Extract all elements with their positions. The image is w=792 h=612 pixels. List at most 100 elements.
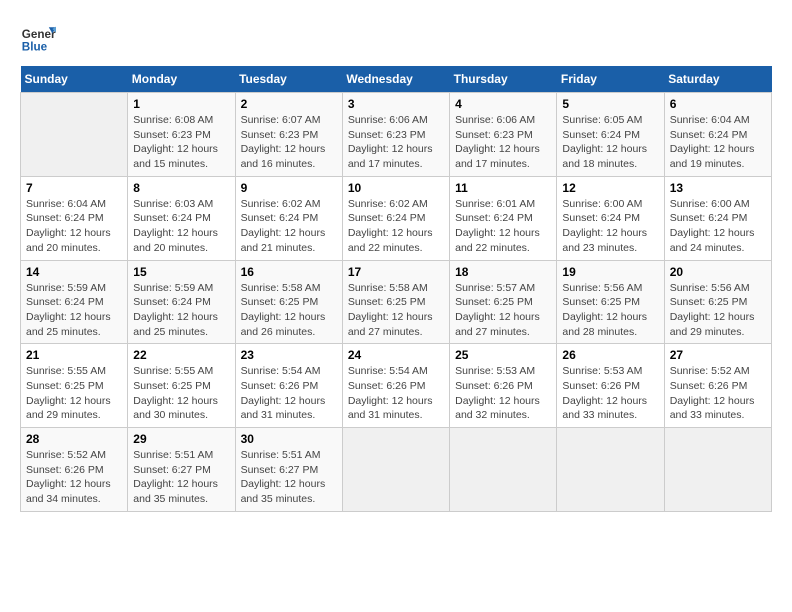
day-number: 8 bbox=[133, 181, 229, 195]
calendar-cell: 11Sunrise: 6:01 AM Sunset: 6:24 PM Dayli… bbox=[450, 176, 557, 260]
calendar-cell: 4Sunrise: 6:06 AM Sunset: 6:23 PM Daylig… bbox=[450, 93, 557, 177]
day-number: 11 bbox=[455, 181, 551, 195]
day-number: 19 bbox=[562, 265, 658, 279]
calendar-body: 1 Sunrise: 6:08 AM Sunset: 6:23 PM Daylig… bbox=[21, 93, 772, 512]
calendar-cell: 10 Sunrise: 6:02 AM Sunset: 6:24 PM Dayli… bbox=[342, 176, 449, 260]
day-number: 5 bbox=[562, 97, 658, 111]
calendar-cell: 5 Sunrise: 6:05 AM Sunset: 6:24 PM Daylig… bbox=[557, 93, 664, 177]
day-number: 10 bbox=[348, 181, 444, 195]
calendar-cell: 6 Sunrise: 6:04 AM Sunset: 6:24 PM Daylig… bbox=[664, 93, 771, 177]
day-number: 26 bbox=[562, 348, 658, 362]
day-info: Sunrise: 6:04 AM Sunset: 6:24 PM Dayligh… bbox=[26, 197, 122, 256]
calendar-header: SundayMondayTuesdayWednesdayThursdayFrid… bbox=[21, 66, 772, 93]
svg-text:Blue: Blue bbox=[22, 41, 48, 54]
day-info: Sunrise: 6:06 AM Sunset: 6:23 PM Dayligh… bbox=[348, 113, 444, 172]
calendar-cell: 8 Sunrise: 6:03 AM Sunset: 6:24 PM Daylig… bbox=[128, 176, 235, 260]
calendar-cell bbox=[557, 428, 664, 512]
day-info: Sunrise: 5:53 AM Sunset: 6:26 PM Dayligh… bbox=[562, 364, 658, 423]
day-number: 12 bbox=[562, 181, 658, 195]
calendar-cell: 14Sunrise: 5:59 AM Sunset: 6:24 PM Dayli… bbox=[21, 260, 128, 344]
calendar-week-3: 14Sunrise: 5:59 AM Sunset: 6:24 PM Dayli… bbox=[21, 260, 772, 344]
day-info: Sunrise: 5:59 AM Sunset: 6:24 PM Dayligh… bbox=[133, 281, 229, 340]
day-info: Sunrise: 5:52 AM Sunset: 6:26 PM Dayligh… bbox=[26, 448, 122, 507]
calendar-cell bbox=[342, 428, 449, 512]
day-info: Sunrise: 5:54 AM Sunset: 6:26 PM Dayligh… bbox=[241, 364, 337, 423]
day-info: Sunrise: 5:52 AM Sunset: 6:26 PM Dayligh… bbox=[670, 364, 766, 423]
calendar-cell: 1 Sunrise: 6:08 AM Sunset: 6:23 PM Daylig… bbox=[128, 93, 235, 177]
day-info: Sunrise: 5:58 AM Sunset: 6:25 PM Dayligh… bbox=[241, 281, 337, 340]
day-number: 27 bbox=[670, 348, 766, 362]
day-info: Sunrise: 6:03 AM Sunset: 6:24 PM Dayligh… bbox=[133, 197, 229, 256]
day-number: 6 bbox=[670, 97, 766, 111]
day-number: 3 bbox=[348, 97, 444, 111]
calendar-cell: 19 Sunrise: 5:56 AM Sunset: 6:25 PM Dayli… bbox=[557, 260, 664, 344]
header-cell-friday: Friday bbox=[557, 66, 664, 93]
day-info: Sunrise: 5:55 AM Sunset: 6:25 PM Dayligh… bbox=[133, 364, 229, 423]
calendar-week-4: 21 Sunrise: 5:55 AM Sunset: 6:25 PM Dayli… bbox=[21, 344, 772, 428]
header-cell-saturday: Saturday bbox=[664, 66, 771, 93]
day-number: 7 bbox=[26, 181, 122, 195]
day-number: 4 bbox=[455, 97, 551, 111]
logo: General Blue bbox=[20, 20, 60, 56]
day-number: 16 bbox=[241, 265, 337, 279]
calendar-cell: 3 Sunrise: 6:06 AM Sunset: 6:23 PM Daylig… bbox=[342, 93, 449, 177]
day-info: Sunrise: 6:02 AM Sunset: 6:24 PM Dayligh… bbox=[241, 197, 337, 256]
calendar-table: SundayMondayTuesdayWednesdayThursdayFrid… bbox=[20, 66, 772, 512]
day-info: Sunrise: 6:00 AM Sunset: 6:24 PM Dayligh… bbox=[562, 197, 658, 256]
calendar-cell: 20 Sunrise: 5:56 AM Sunset: 6:25 PM Dayli… bbox=[664, 260, 771, 344]
calendar-cell: 16 Sunrise: 5:58 AM Sunset: 6:25 PM Dayli… bbox=[235, 260, 342, 344]
day-number: 1 bbox=[133, 97, 229, 111]
calendar-cell: 7 Sunrise: 6:04 AM Sunset: 6:24 PM Daylig… bbox=[21, 176, 128, 260]
day-info: Sunrise: 5:51 AM Sunset: 6:27 PM Dayligh… bbox=[133, 448, 229, 507]
header-cell-thursday: Thursday bbox=[450, 66, 557, 93]
day-number: 9 bbox=[241, 181, 337, 195]
day-number: 29 bbox=[133, 432, 229, 446]
calendar-cell: 30 Sunrise: 5:51 AM Sunset: 6:27 PM Dayli… bbox=[235, 428, 342, 512]
calendar-cell: 18 Sunrise: 5:57 AM Sunset: 6:25 PM Dayli… bbox=[450, 260, 557, 344]
header-cell-sunday: Sunday bbox=[21, 66, 128, 93]
logo-icon: General Blue bbox=[20, 20, 56, 56]
calendar-cell: 28 Sunrise: 5:52 AM Sunset: 6:26 PM Dayli… bbox=[21, 428, 128, 512]
day-info: Sunrise: 6:05 AM Sunset: 6:24 PM Dayligh… bbox=[562, 113, 658, 172]
day-number: 17 bbox=[348, 265, 444, 279]
calendar-cell: 22 Sunrise: 5:55 AM Sunset: 6:25 PM Dayli… bbox=[128, 344, 235, 428]
day-number: 22 bbox=[133, 348, 229, 362]
day-number: 2 bbox=[241, 97, 337, 111]
day-number: 30 bbox=[241, 432, 337, 446]
day-info: Sunrise: 5:55 AM Sunset: 6:25 PM Dayligh… bbox=[26, 364, 122, 423]
day-info: Sunrise: 5:56 AM Sunset: 6:25 PM Dayligh… bbox=[562, 281, 658, 340]
day-info: Sunrise: 5:56 AM Sunset: 6:25 PM Dayligh… bbox=[670, 281, 766, 340]
calendar-cell: 15 Sunrise: 5:59 AM Sunset: 6:24 PM Dayli… bbox=[128, 260, 235, 344]
header-cell-monday: Monday bbox=[128, 66, 235, 93]
day-number: 18 bbox=[455, 265, 551, 279]
calendar-week-5: 28 Sunrise: 5:52 AM Sunset: 6:26 PM Dayli… bbox=[21, 428, 772, 512]
calendar-cell: 21 Sunrise: 5:55 AM Sunset: 6:25 PM Dayli… bbox=[21, 344, 128, 428]
day-number: 28 bbox=[26, 432, 122, 446]
day-info: Sunrise: 5:51 AM Sunset: 6:27 PM Dayligh… bbox=[241, 448, 337, 507]
calendar-week-1: 1 Sunrise: 6:08 AM Sunset: 6:23 PM Daylig… bbox=[21, 93, 772, 177]
calendar-cell: 26 Sunrise: 5:53 AM Sunset: 6:26 PM Dayli… bbox=[557, 344, 664, 428]
day-info: Sunrise: 6:08 AM Sunset: 6:23 PM Dayligh… bbox=[133, 113, 229, 172]
day-number: 13 bbox=[670, 181, 766, 195]
calendar-week-2: 7 Sunrise: 6:04 AM Sunset: 6:24 PM Daylig… bbox=[21, 176, 772, 260]
calendar-cell bbox=[450, 428, 557, 512]
calendar-cell: 9 Sunrise: 6:02 AM Sunset: 6:24 PM Daylig… bbox=[235, 176, 342, 260]
day-info: Sunrise: 5:53 AM Sunset: 6:26 PM Dayligh… bbox=[455, 364, 551, 423]
day-number: 20 bbox=[670, 265, 766, 279]
day-info: Sunrise: 6:07 AM Sunset: 6:23 PM Dayligh… bbox=[241, 113, 337, 172]
calendar-cell bbox=[21, 93, 128, 177]
day-number: 15 bbox=[133, 265, 229, 279]
day-number: 25 bbox=[455, 348, 551, 362]
calendar-cell: 27 Sunrise: 5:52 AM Sunset: 6:26 PM Dayli… bbox=[664, 344, 771, 428]
header-row: SundayMondayTuesdayWednesdayThursdayFrid… bbox=[21, 66, 772, 93]
header-cell-wednesday: Wednesday bbox=[342, 66, 449, 93]
calendar-cell: 17Sunrise: 5:58 AM Sunset: 6:25 PM Dayli… bbox=[342, 260, 449, 344]
day-info: Sunrise: 6:04 AM Sunset: 6:24 PM Dayligh… bbox=[670, 113, 766, 172]
calendar-cell: 29 Sunrise: 5:51 AM Sunset: 6:27 PM Dayli… bbox=[128, 428, 235, 512]
calendar-cell: 25 Sunrise: 5:53 AM Sunset: 6:26 PM Dayli… bbox=[450, 344, 557, 428]
day-info: Sunrise: 6:02 AM Sunset: 6:24 PM Dayligh… bbox=[348, 197, 444, 256]
calendar-cell: 24Sunrise: 5:54 AM Sunset: 6:26 PM Dayli… bbox=[342, 344, 449, 428]
day-number: 21 bbox=[26, 348, 122, 362]
day-info: Sunrise: 5:57 AM Sunset: 6:25 PM Dayligh… bbox=[455, 281, 551, 340]
calendar-cell: 2 Sunrise: 6:07 AM Sunset: 6:23 PM Daylig… bbox=[235, 93, 342, 177]
